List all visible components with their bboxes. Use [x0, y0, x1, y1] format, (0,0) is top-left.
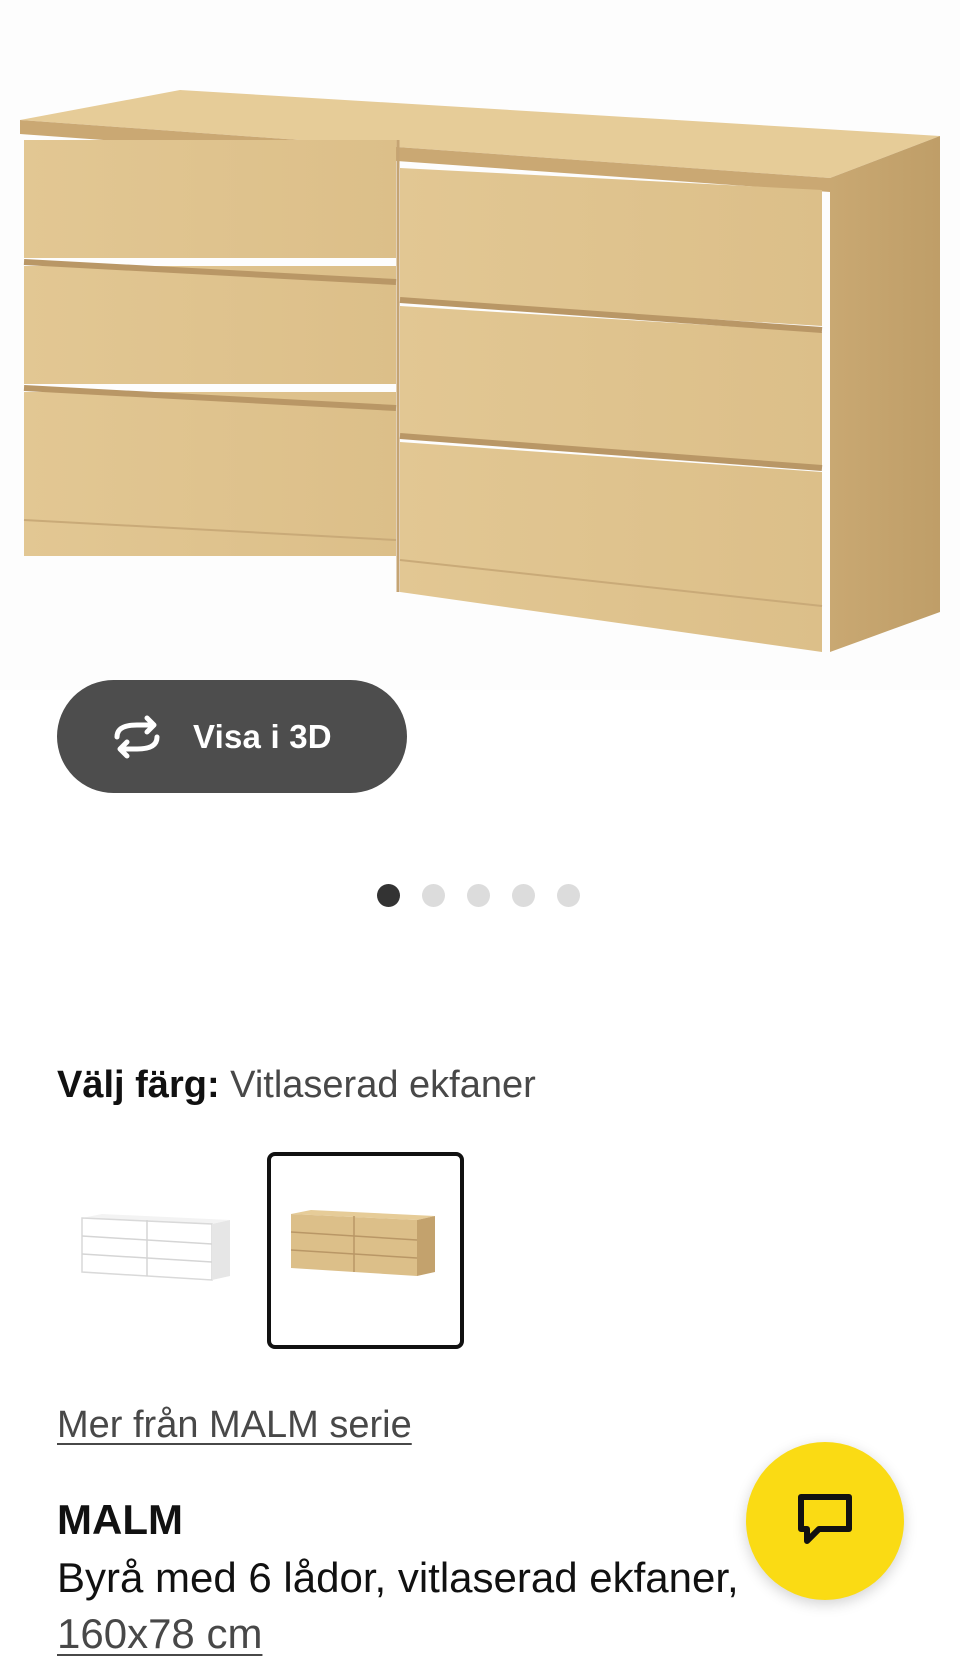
view-in-3d-button[interactable]: Visa i 3D	[57, 680, 407, 793]
rotate-3d-icon	[107, 715, 167, 759]
color-selection-label: Välj färg: Vitlaserad ekfaner	[57, 1064, 536, 1107]
product-size-link[interactable]: 160x78 cm	[57, 1610, 262, 1658]
series-link[interactable]: Mer från MALM serie	[57, 1404, 412, 1447]
image-pagination	[377, 884, 580, 907]
product-name: MALM	[57, 1496, 183, 1543]
pagination-dot-5[interactable]	[557, 884, 580, 907]
pagination-dot-2[interactable]	[422, 884, 445, 907]
color-label-value: Vitlaserad ekfaner	[230, 1064, 536, 1106]
product-image[interactable]	[0, 0, 960, 690]
color-swatch-white[interactable]	[62, 1152, 259, 1349]
pagination-dot-4[interactable]	[512, 884, 535, 907]
chat-button[interactable]	[746, 1442, 904, 1600]
color-label-key: Välj färg:	[57, 1064, 220, 1106]
pagination-dot-3[interactable]	[467, 884, 490, 907]
color-swatch-oak[interactable]	[267, 1152, 464, 1349]
chat-bubble-icon	[795, 1489, 855, 1554]
product-description: Byrå med 6 lådor, vitlaserad ekfaner,	[57, 1554, 739, 1601]
pagination-dot-1[interactable]	[377, 884, 400, 907]
view-in-3d-label: Visa i 3D	[193, 717, 332, 755]
